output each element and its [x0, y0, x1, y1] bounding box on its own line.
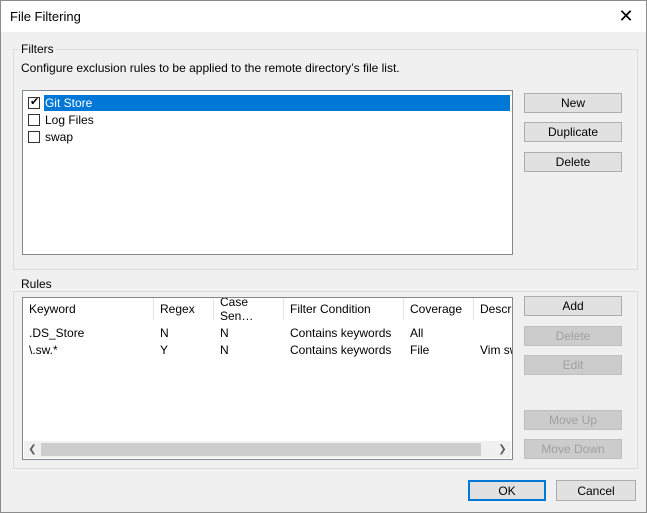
filter-item-swap[interactable]: swap: [25, 128, 510, 145]
rule-description: [474, 324, 512, 341]
delete-filter-button[interactable]: Delete: [524, 152, 622, 172]
filters-list[interactable]: ✔ Git Store Log Files swap: [22, 90, 513, 255]
filter-item-log-files[interactable]: Log Files: [25, 111, 510, 128]
new-filter-button[interactable]: New: [524, 93, 622, 113]
rule-coverage: File: [410, 342, 430, 357]
rule-regex: N: [160, 325, 169, 340]
rule-coverage: All: [410, 325, 424, 340]
rule-filter-condition: Contains keywords: [290, 325, 392, 340]
dialog-title: File Filtering: [10, 9, 81, 24]
filter-checkbox-log-files[interactable]: [28, 113, 40, 126]
column-header-description[interactable]: Descrip: [474, 298, 512, 320]
filters-description: Configure exclusion rules to be applied …: [21, 61, 400, 75]
move-down-button[interactable]: Move Down: [524, 439, 622, 459]
title-bar: File Filtering ✕: [1, 1, 646, 32]
column-header-regex[interactable]: Regex: [154, 298, 214, 320]
rule-case-sensitive: N: [220, 325, 229, 340]
column-header-coverage[interactable]: Coverage: [404, 298, 474, 320]
filter-checkbox-git-store[interactable]: ✔: [28, 95, 40, 109]
check-icon: ✔: [30, 95, 40, 108]
rule-keyword: .DS_Store: [29, 325, 85, 340]
filter-item-git-store[interactable]: ✔ Git Store: [25, 94, 510, 111]
filter-item-label: Git Store: [43, 94, 510, 111]
add-rule-button[interactable]: Add: [524, 296, 622, 316]
rule-filter-condition: Contains keywords: [290, 342, 392, 357]
file-filtering-dialog: File Filtering ✕ Filters Configure exclu…: [0, 0, 647, 513]
filter-item-label: swap: [45, 129, 74, 144]
horizontal-scrollbar[interactable]: ❮ ❯: [24, 441, 511, 458]
edit-rule-button[interactable]: Edit: [524, 355, 622, 375]
chevron-right-icon[interactable]: ❯: [494, 441, 511, 458]
rule-keyword: \.sw.*: [29, 342, 58, 357]
cancel-button[interactable]: Cancel: [556, 480, 636, 501]
rule-case-sensitive: N: [220, 342, 229, 357]
delete-rule-button[interactable]: Delete: [524, 326, 622, 346]
move-up-button[interactable]: Move Up: [524, 410, 622, 430]
rules-table[interactable]: Keyword Regex Case Sen… Filter Condition…: [22, 297, 513, 460]
filters-legend: Filters: [19, 42, 56, 56]
column-header-keyword[interactable]: Keyword: [23, 298, 154, 320]
rules-legend: Rules: [19, 277, 54, 291]
rule-description: Vim sw: [480, 342, 512, 357]
filter-item-label: Log Files: [45, 112, 94, 127]
ok-button[interactable]: OK: [468, 480, 546, 501]
column-header-filter-condition[interactable]: Filter Condition: [284, 298, 404, 320]
filter-checkbox-swap[interactable]: [28, 130, 40, 143]
close-icon[interactable]: ✕: [606, 1, 646, 32]
rule-regex: Y: [160, 342, 169, 357]
column-header-case-sensitive[interactable]: Case Sen…: [214, 298, 284, 323]
chevron-left-icon[interactable]: ❮: [24, 441, 41, 458]
scrollbar-thumb[interactable]: [41, 443, 481, 456]
duplicate-filter-button[interactable]: Duplicate: [524, 122, 622, 142]
